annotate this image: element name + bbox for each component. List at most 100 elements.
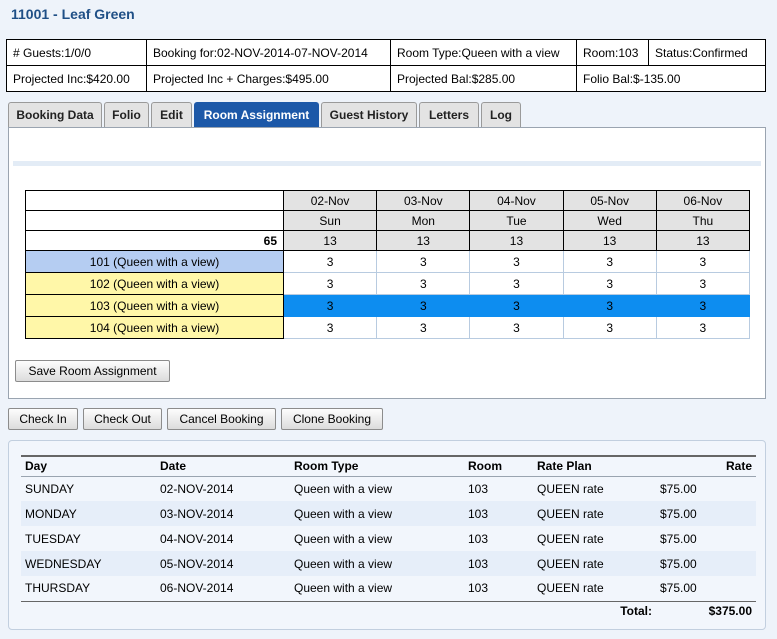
rate-cell: $75.00 <box>660 531 697 546</box>
nightly-rates-table: Day Date Room Type Room Rate Plan Rate S… <box>21 455 756 621</box>
room-label[interactable]: 101 (Queen with a view) <box>25 250 284 273</box>
tab-edit[interactable]: Edit <box>151 102 192 128</box>
room-row[interactable]: 101 (Queen with a view) 3 3 3 3 3 <box>25 250 751 273</box>
tab-room-assignment[interactable]: Room Assignment <box>194 102 319 128</box>
room-cell: 103 <box>468 581 489 596</box>
room-day-cell[interactable]: 3 <box>282 272 378 295</box>
table-row: MONDAY 03-NOV-2014 Queen with a view 103… <box>21 501 756 526</box>
room-assignment-grid: 02-Nov 03-Nov 04-Nov 05-Nov 06-Nov Sun M… <box>25 190 751 339</box>
tab-letters[interactable]: Letters <box>419 102 479 128</box>
grid-corner <box>25 190 284 211</box>
day-header: Thu <box>655 210 751 231</box>
room-day-cell[interactable]: 3 <box>376 250 471 273</box>
room-day-cell[interactable]: 3 <box>282 250 378 273</box>
room-day-cell[interactable]: 3 <box>282 294 378 317</box>
rate-plan-cell: QUEEN rate <box>537 581 604 596</box>
tab-guest-history[interactable]: Guest History <box>321 102 417 128</box>
day-cell: MONDAY <box>21 501 156 526</box>
date-cell: 02-NOV-2014 <box>160 481 234 496</box>
date-header: 03-Nov <box>376 190 471 211</box>
total-value: $375.00 <box>656 600 756 621</box>
table-row: SUNDAY 02-NOV-2014 Queen with a view 103… <box>21 476 756 501</box>
room-day-cell[interactable]: 3 <box>562 294 657 317</box>
booking-status: Status:Confirmed <box>648 39 766 66</box>
room-day-cell[interactable]: 3 <box>655 294 751 317</box>
room-assignment-panel: 02-Nov 03-Nov 04-Nov 05-Nov 06-Nov Sun M… <box>8 127 766 399</box>
room-day-cell[interactable]: 3 <box>469 294 564 317</box>
room-type-cell: Queen with a view <box>294 531 393 546</box>
tab-log[interactable]: Log <box>481 102 521 128</box>
date-cell: 06-NOV-2014 <box>160 581 234 596</box>
rate-cell: $75.00 <box>656 501 756 526</box>
tab-booking-data[interactable]: Booking Data <box>8 102 102 128</box>
column-header-date: Date <box>156 455 290 477</box>
day-header: Tue <box>469 210 564 231</box>
day-header: Mon <box>376 210 471 231</box>
room-day-cell[interactable]: 3 <box>655 316 751 339</box>
save-room-assignment-button[interactable]: Save Room Assignment <box>15 360 170 382</box>
room-cell: 103 <box>464 551 533 576</box>
panel-divider <box>13 161 761 166</box>
table-row: WEDNESDAY 05-NOV-2014 Queen with a view … <box>21 551 756 576</box>
room-day-cell[interactable]: 3 <box>562 250 657 273</box>
room-day-cell[interactable]: 3 <box>376 272 471 295</box>
room-day-cell[interactable]: 3 <box>655 250 751 273</box>
room-day-cell[interactable]: 3 <box>376 316 471 339</box>
rate-plan-cell: QUEEN rate <box>537 481 604 496</box>
column-header-room: Room <box>464 455 533 477</box>
room-day-cell[interactable]: 3 <box>469 272 564 295</box>
projected-bal: Projected Bal:$285.00 <box>390 65 577 92</box>
room-day-cell[interactable]: 3 <box>282 316 378 339</box>
total-label: Total: <box>533 600 656 621</box>
room-cell: 103 <box>464 501 533 526</box>
room-day-cell[interactable]: 3 <box>469 250 564 273</box>
projected-inc-charges: Projected Inc + Charges:$495.00 <box>146 65 391 92</box>
daily-total: 13 <box>655 230 751 251</box>
column-header-room-type: Room Type <box>290 455 464 477</box>
room-day-cell[interactable]: 3 <box>469 316 564 339</box>
daily-total: 13 <box>562 230 657 251</box>
day-cell: SUNDAY <box>25 481 75 496</box>
room-label[interactable]: 103 (Queen with a view) <box>25 294 284 317</box>
column-header-rate-plan: Rate Plan <box>533 455 656 477</box>
room-type-cell: Queen with a view <box>290 551 464 576</box>
date-header: 02-Nov <box>282 190 378 211</box>
tab-folio[interactable]: Folio <box>104 102 149 128</box>
room-day-cell[interactable]: 3 <box>562 272 657 295</box>
rate-plan-cell: QUEEN rate <box>533 501 656 526</box>
table-row: THURSDAY 06-NOV-2014 Queen with a view 1… <box>21 576 756 601</box>
column-header-rate: Rate <box>656 455 756 477</box>
column-header-day: Day <box>21 455 156 477</box>
room-label[interactable]: 102 (Queen with a view) <box>25 272 284 295</box>
room-day-cell[interactable]: 3 <box>376 294 471 317</box>
date-cell: 05-NOV-2014 <box>156 551 290 576</box>
check-out-button[interactable]: Check Out <box>83 408 162 430</box>
room-day-cell[interactable]: 3 <box>562 316 657 339</box>
cancel-booking-button[interactable]: Cancel Booking <box>167 408 276 430</box>
check-in-button[interactable]: Check In <box>8 408 78 430</box>
guests-count: # Guests:1/0/0 <box>6 39 147 66</box>
room-number: Room:103 <box>576 39 649 66</box>
clone-booking-button[interactable]: Clone Booking <box>281 408 383 430</box>
date-header: 04-Nov <box>469 190 564 211</box>
projected-inc: Projected Inc:$420.00 <box>6 65 147 92</box>
room-type-cell: Queen with a view <box>294 481 393 496</box>
day-cell: THURSDAY <box>25 581 91 596</box>
day-cell: TUESDAY <box>25 531 81 546</box>
page-title: 11001 - Leaf Green <box>11 6 135 22</box>
room-row[interactable]: 104 (Queen with a view) 3 3 3 3 3 <box>25 316 751 339</box>
daily-total: 13 <box>282 230 378 251</box>
room-day-cell[interactable]: 3 <box>655 272 751 295</box>
table-row: TUESDAY 04-NOV-2014 Queen with a view 10… <box>21 526 756 551</box>
grid-corner <box>25 210 284 231</box>
daily-total: 13 <box>469 230 564 251</box>
room-row-selected[interactable]: 103 (Queen with a view) 3 3 3 3 3 <box>25 294 751 317</box>
booking-dates: Booking for:02-NOV-2014-07-NOV-2014 <box>146 39 391 66</box>
rate-cell: $75.00 <box>660 581 697 596</box>
room-row[interactable]: 102 (Queen with a view) 3 3 3 3 3 <box>25 272 751 295</box>
room-cell: 103 <box>468 481 489 496</box>
rate-plan-cell: QUEEN rate <box>533 551 656 576</box>
rate-plan-cell: QUEEN rate <box>537 531 604 546</box>
room-type: Room Type:Queen with a view <box>390 39 577 66</box>
room-label[interactable]: 104 (Queen with a view) <box>25 316 284 339</box>
